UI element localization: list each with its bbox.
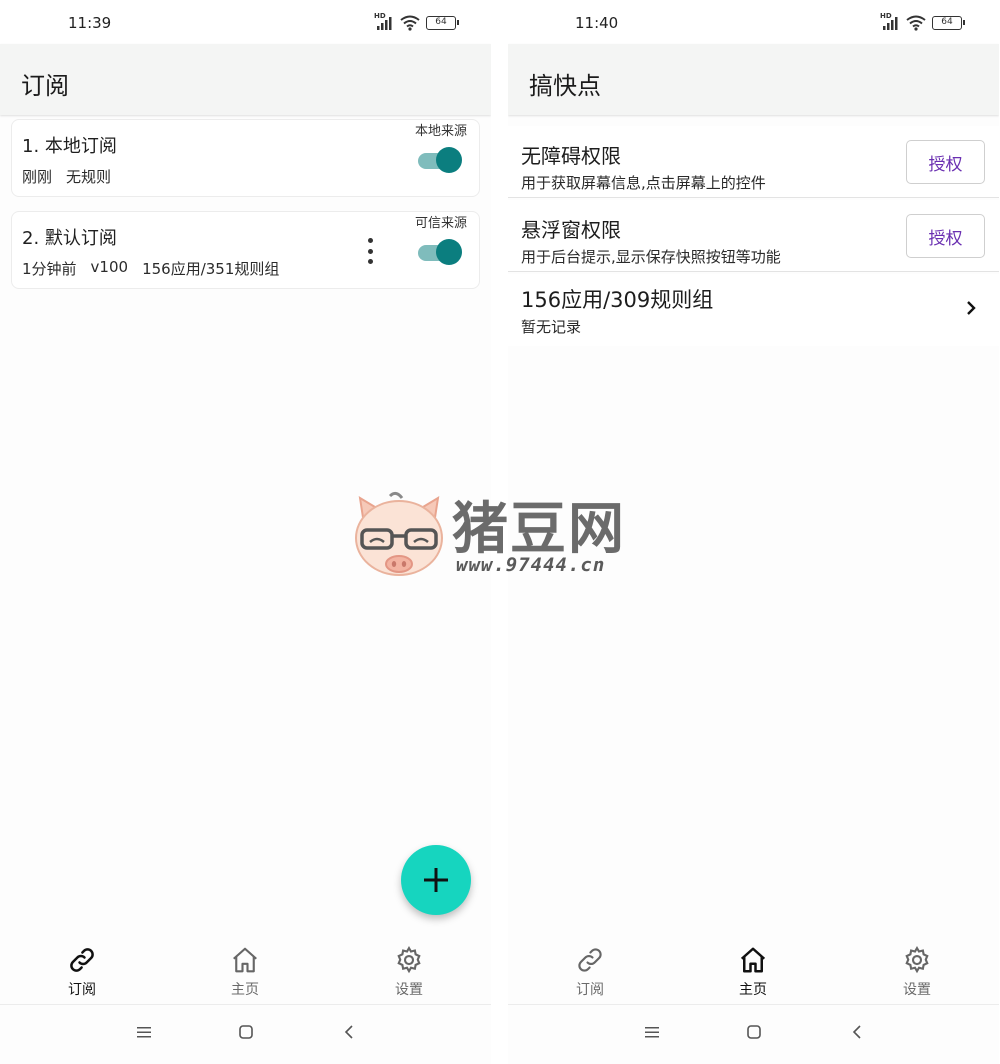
- nav-home-label: 主页: [739, 982, 767, 998]
- grant-overlay-button[interactable]: 授权: [906, 214, 985, 258]
- overlay-permission-row: 悬浮窗权限 用于后台提示,显示保存快照按钮等功能 授权: [508, 200, 999, 272]
- back-icon[interactable]: [850, 1024, 866, 1040]
- add-subscription-button[interactable]: [401, 845, 471, 915]
- battery-icon: 64: [426, 16, 459, 30]
- pig-logo-icon: [355, 491, 443, 576]
- battery-icon: 64: [932, 16, 965, 30]
- nav-subscribe[interactable]: 订阅: [52, 945, 112, 999]
- nav-home[interactable]: 主页: [215, 945, 275, 999]
- watermark-url: www.97444.cn: [456, 554, 606, 576]
- top-app-bar: 搞快点: [508, 44, 999, 115]
- status-bar: 11:40 HD 64: [508, 0, 999, 44]
- back-icon[interactable]: [342, 1024, 358, 1040]
- signal-icon: HD: [880, 12, 900, 32]
- nav-subscribe[interactable]: 订阅: [560, 945, 620, 999]
- gear-icon: [905, 946, 929, 974]
- watermark-name: 猪豆网: [452, 497, 626, 562]
- subscription-name: 1. 本地订阅: [22, 136, 117, 157]
- gear-icon: [397, 946, 421, 974]
- home-square-icon[interactable]: [746, 1024, 762, 1040]
- wifi-icon: [400, 15, 420, 31]
- nav-settings-label: 设置: [903, 982, 931, 998]
- subscription-source-label: 本地来源: [414, 124, 467, 139]
- home-icon: [233, 947, 257, 973]
- nav-home-label: 主页: [231, 982, 259, 998]
- wifi-icon: [906, 15, 926, 31]
- subscription-card-default[interactable]: 2. 默认订阅 1分钟前 v100 156应用/351规则组 可信来源: [11, 211, 480, 289]
- subscription-enable-toggle[interactable]: [418, 147, 462, 173]
- page-title: 订阅: [21, 72, 69, 100]
- status-time: 11:40: [575, 14, 619, 32]
- nav-home[interactable]: 主页: [723, 945, 783, 999]
- permission-title: 悬浮窗权限: [521, 218, 621, 242]
- nav-settings[interactable]: 设置: [379, 945, 439, 999]
- nav-settings[interactable]: 设置: [887, 945, 947, 999]
- subscription-meta: 刚刚 无规则: [22, 166, 111, 187]
- menu-icon[interactable]: [136, 1024, 152, 1040]
- subscription-rules: 无规则: [66, 168, 112, 186]
- system-navigation-bar: [508, 1006, 999, 1064]
- signal-icon: HD: [374, 12, 394, 32]
- subscription-updated: 刚刚: [22, 168, 53, 186]
- subscription-card-local[interactable]: 1. 本地订阅 刚刚 无规则 本地来源: [11, 119, 480, 197]
- home-square-icon[interactable]: [238, 1024, 254, 1040]
- permission-desc: 用于后台提示,显示保存快照按钮等功能: [521, 248, 781, 266]
- subscription-enable-toggle[interactable]: [418, 239, 462, 265]
- subscription-rules: 156应用/351规则组: [142, 260, 280, 278]
- subscription-meta: 1分钟前 v100 156应用/351规则组: [22, 258, 279, 279]
- status-time: 11:39: [68, 14, 112, 32]
- home-icon: [740, 947, 766, 973]
- bottom-navigation: 订阅 主页 设置: [508, 935, 999, 1005]
- accessibility-permission-row: 无障碍权限 用于获取屏幕信息,点击屏幕上的控件 授权: [508, 126, 999, 198]
- grant-accessibility-button[interactable]: 授权: [906, 140, 985, 184]
- plus-icon: [424, 868, 448, 892]
- nav-subscribe-label: 订阅: [68, 982, 96, 998]
- top-app-bar: 订阅: [0, 44, 491, 115]
- status-icons: HD 64: [374, 12, 459, 32]
- permission-title: 无障碍权限: [521, 144, 621, 168]
- bottom-navigation: 订阅 主页 设置: [0, 935, 491, 1005]
- chevron-right-icon: [967, 301, 976, 315]
- more-vert-icon[interactable]: [365, 236, 375, 266]
- subscription-name: 2. 默认订阅: [22, 228, 117, 249]
- rules-summary-title: 156应用/309规则组: [521, 288, 714, 312]
- subscription-updated: 1分钟前: [22, 260, 77, 278]
- rules-summary-desc: 暂无记录: [521, 318, 582, 336]
- link-icon: [70, 948, 94, 972]
- permission-desc: 用于获取屏幕信息,点击屏幕上的控件: [521, 174, 766, 192]
- subscription-version: v100: [90, 258, 129, 276]
- page-title: 搞快点: [529, 72, 601, 100]
- subscription-source-label: 可信来源: [414, 216, 467, 231]
- link-icon: [578, 948, 602, 972]
- menu-icon[interactable]: [644, 1024, 660, 1040]
- watermark: 猪豆网 www.97444.cn: [352, 488, 652, 580]
- status-bar: 11:39 HD 64: [0, 0, 491, 44]
- nav-settings-label: 设置: [395, 982, 423, 998]
- rules-summary-row[interactable]: 156应用/309规则组 暂无记录: [508, 274, 999, 346]
- system-navigation-bar: [0, 1006, 491, 1064]
- status-icons: HD 64: [880, 12, 965, 32]
- nav-subscribe-label: 订阅: [576, 982, 604, 998]
